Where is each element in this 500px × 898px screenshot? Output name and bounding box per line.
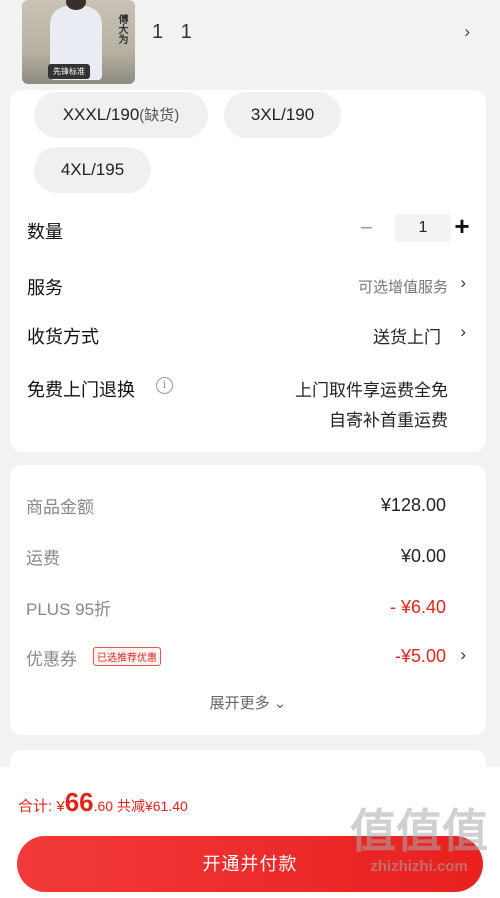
- coupon-badge: 已选推荐优惠: [93, 647, 161, 666]
- size-label: 3XL/190: [250, 105, 315, 124]
- product-header[interactable]: 傅大为 先锋标准 1 1 ›: [0, 0, 500, 100]
- total-integer: 66: [64, 787, 94, 817]
- returns-label: 免费上门退换: [27, 380, 135, 400]
- quantity-label: 数量: [27, 222, 63, 242]
- chevron-right-icon[interactable]: ›: [464, 22, 470, 42]
- stock-note: (缺货): [139, 107, 180, 124]
- watermark-url: zhizhizhi.com: [370, 858, 468, 875]
- goods-amount-label: 商品金额: [26, 498, 94, 517]
- quantity-input[interactable]: 1: [395, 214, 451, 242]
- total-decimal: .60: [93, 798, 114, 814]
- quantity-plus-button[interactable]: +: [451, 212, 473, 240]
- returns-line-2: 自寄补首重运费: [329, 411, 448, 430]
- shipping-value: ¥0.00: [400, 546, 446, 566]
- thumb-text: 傅大为: [116, 14, 127, 44]
- coupon-chevron-icon[interactable]: ›: [460, 645, 466, 665]
- size-chip-xxxl[interactable]: XXXL/190(缺货): [34, 92, 208, 138]
- coupon-label: 优惠券: [26, 650, 77, 669]
- total-saved: 共减¥61.40: [113, 798, 188, 814]
- options-card: XXXL/190(缺货) 3XL/190 4XL/195 数量 − 1 + 服务…: [10, 90, 486, 452]
- shipping-label: 运费: [26, 549, 60, 568]
- delivery-chevron-icon[interactable]: ›: [460, 322, 466, 342]
- expand-more-button[interactable]: 展开更多 ⌄: [10, 692, 486, 713]
- total-prefix: 合计: ¥: [18, 798, 65, 815]
- delivery-label: 收货方式: [27, 327, 99, 347]
- size-chip-4xl[interactable]: 4XL/195: [34, 147, 151, 193]
- plus-discount-value: - ¥6.40: [389, 597, 446, 617]
- plus-discount-label: PLUS 95折: [26, 600, 112, 619]
- returns-line-1: 上门取件享运费全免: [295, 381, 448, 400]
- size-chip-3xl[interactable]: 3XL/190: [224, 92, 341, 138]
- thumb-tag: 先锋标准: [48, 64, 90, 79]
- service-value[interactable]: 可选增值服务: [358, 276, 448, 297]
- quantity-minus-button[interactable]: −: [360, 216, 380, 240]
- service-chevron-icon[interactable]: ›: [460, 273, 466, 293]
- size-label: XXXL/190: [62, 105, 140, 124]
- product-spec-summary: 1 1: [152, 21, 198, 43]
- watermark-glyphs: 值值值: [350, 805, 488, 857]
- service-label: 服务: [27, 278, 63, 298]
- size-label: 4XL/195: [60, 160, 125, 179]
- info-icon[interactable]: i: [156, 377, 173, 394]
- watermark-logo: 值值值 zhizhizhi.com: [350, 806, 488, 875]
- price-breakdown-card: 商品金额 ¥128.00 运费 ¥0.00 PLUS 95折 - ¥6.40 优…: [10, 465, 486, 735]
- coupon-value[interactable]: -¥5.00: [395, 646, 446, 667]
- product-image[interactable]: 傅大为 先锋标准: [22, 0, 135, 84]
- total-summary: 合计: ¥66.60 共减¥61.40: [18, 787, 188, 818]
- goods-amount-value: ¥128.00: [380, 495, 446, 515]
- delivery-value[interactable]: 送货上门: [373, 323, 441, 348]
